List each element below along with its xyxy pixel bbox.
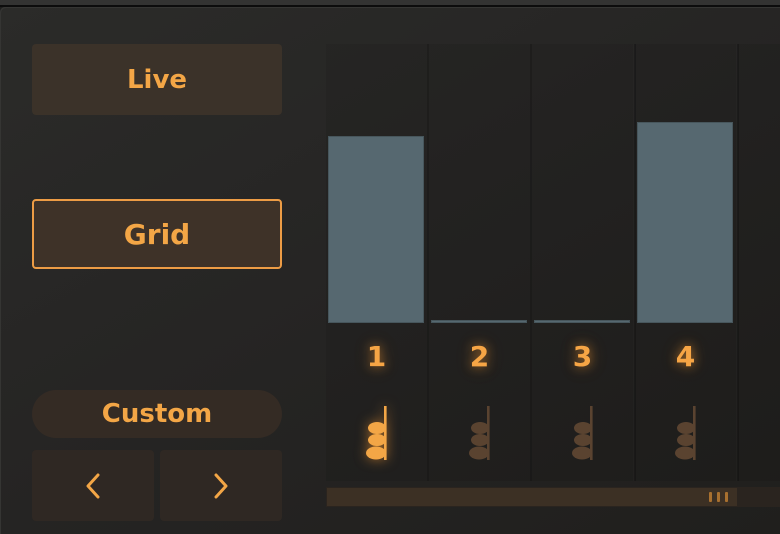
step-velocity-bar[interactable] bbox=[637, 122, 733, 323]
grid-mode-button[interactable]: Grid bbox=[32, 199, 282, 269]
previous-preset-button[interactable] bbox=[32, 450, 154, 521]
triplet-note-icon[interactable] bbox=[365, 405, 389, 465]
step-velocity-bar[interactable] bbox=[431, 320, 527, 323]
window-top-border bbox=[0, 0, 780, 7]
step-number: 1 bbox=[366, 340, 387, 373]
live-mode-button[interactable]: Live bbox=[32, 44, 282, 115]
preset-name-label: Custom bbox=[101, 399, 213, 429]
next-preset-button[interactable] bbox=[160, 450, 282, 521]
chevron-right-icon bbox=[214, 473, 228, 498]
column-divider bbox=[737, 44, 739, 481]
step-velocity-bar[interactable] bbox=[534, 320, 630, 323]
step-number: 4 bbox=[675, 340, 696, 373]
step-number: 2 bbox=[469, 340, 490, 373]
triplet-note-icon[interactable] bbox=[468, 405, 492, 465]
live-mode-label: Live bbox=[126, 64, 188, 95]
step-velocity-bar[interactable] bbox=[328, 136, 424, 323]
triplet-note-icon[interactable] bbox=[571, 405, 595, 465]
scroll-grip-line bbox=[725, 492, 728, 502]
scroll-grip-line bbox=[717, 492, 720, 502]
chevron-left-icon bbox=[86, 473, 100, 498]
step-column[interactable] bbox=[738, 44, 780, 481]
grid-mode-label: Grid bbox=[123, 217, 191, 251]
scroll-grip-line bbox=[709, 492, 712, 502]
triplet-note-icon[interactable] bbox=[674, 405, 698, 465]
step-number: 3 bbox=[572, 340, 593, 373]
step-scrollbar-thumb[interactable] bbox=[327, 488, 737, 506]
preset-name-button[interactable]: Custom bbox=[32, 390, 282, 438]
